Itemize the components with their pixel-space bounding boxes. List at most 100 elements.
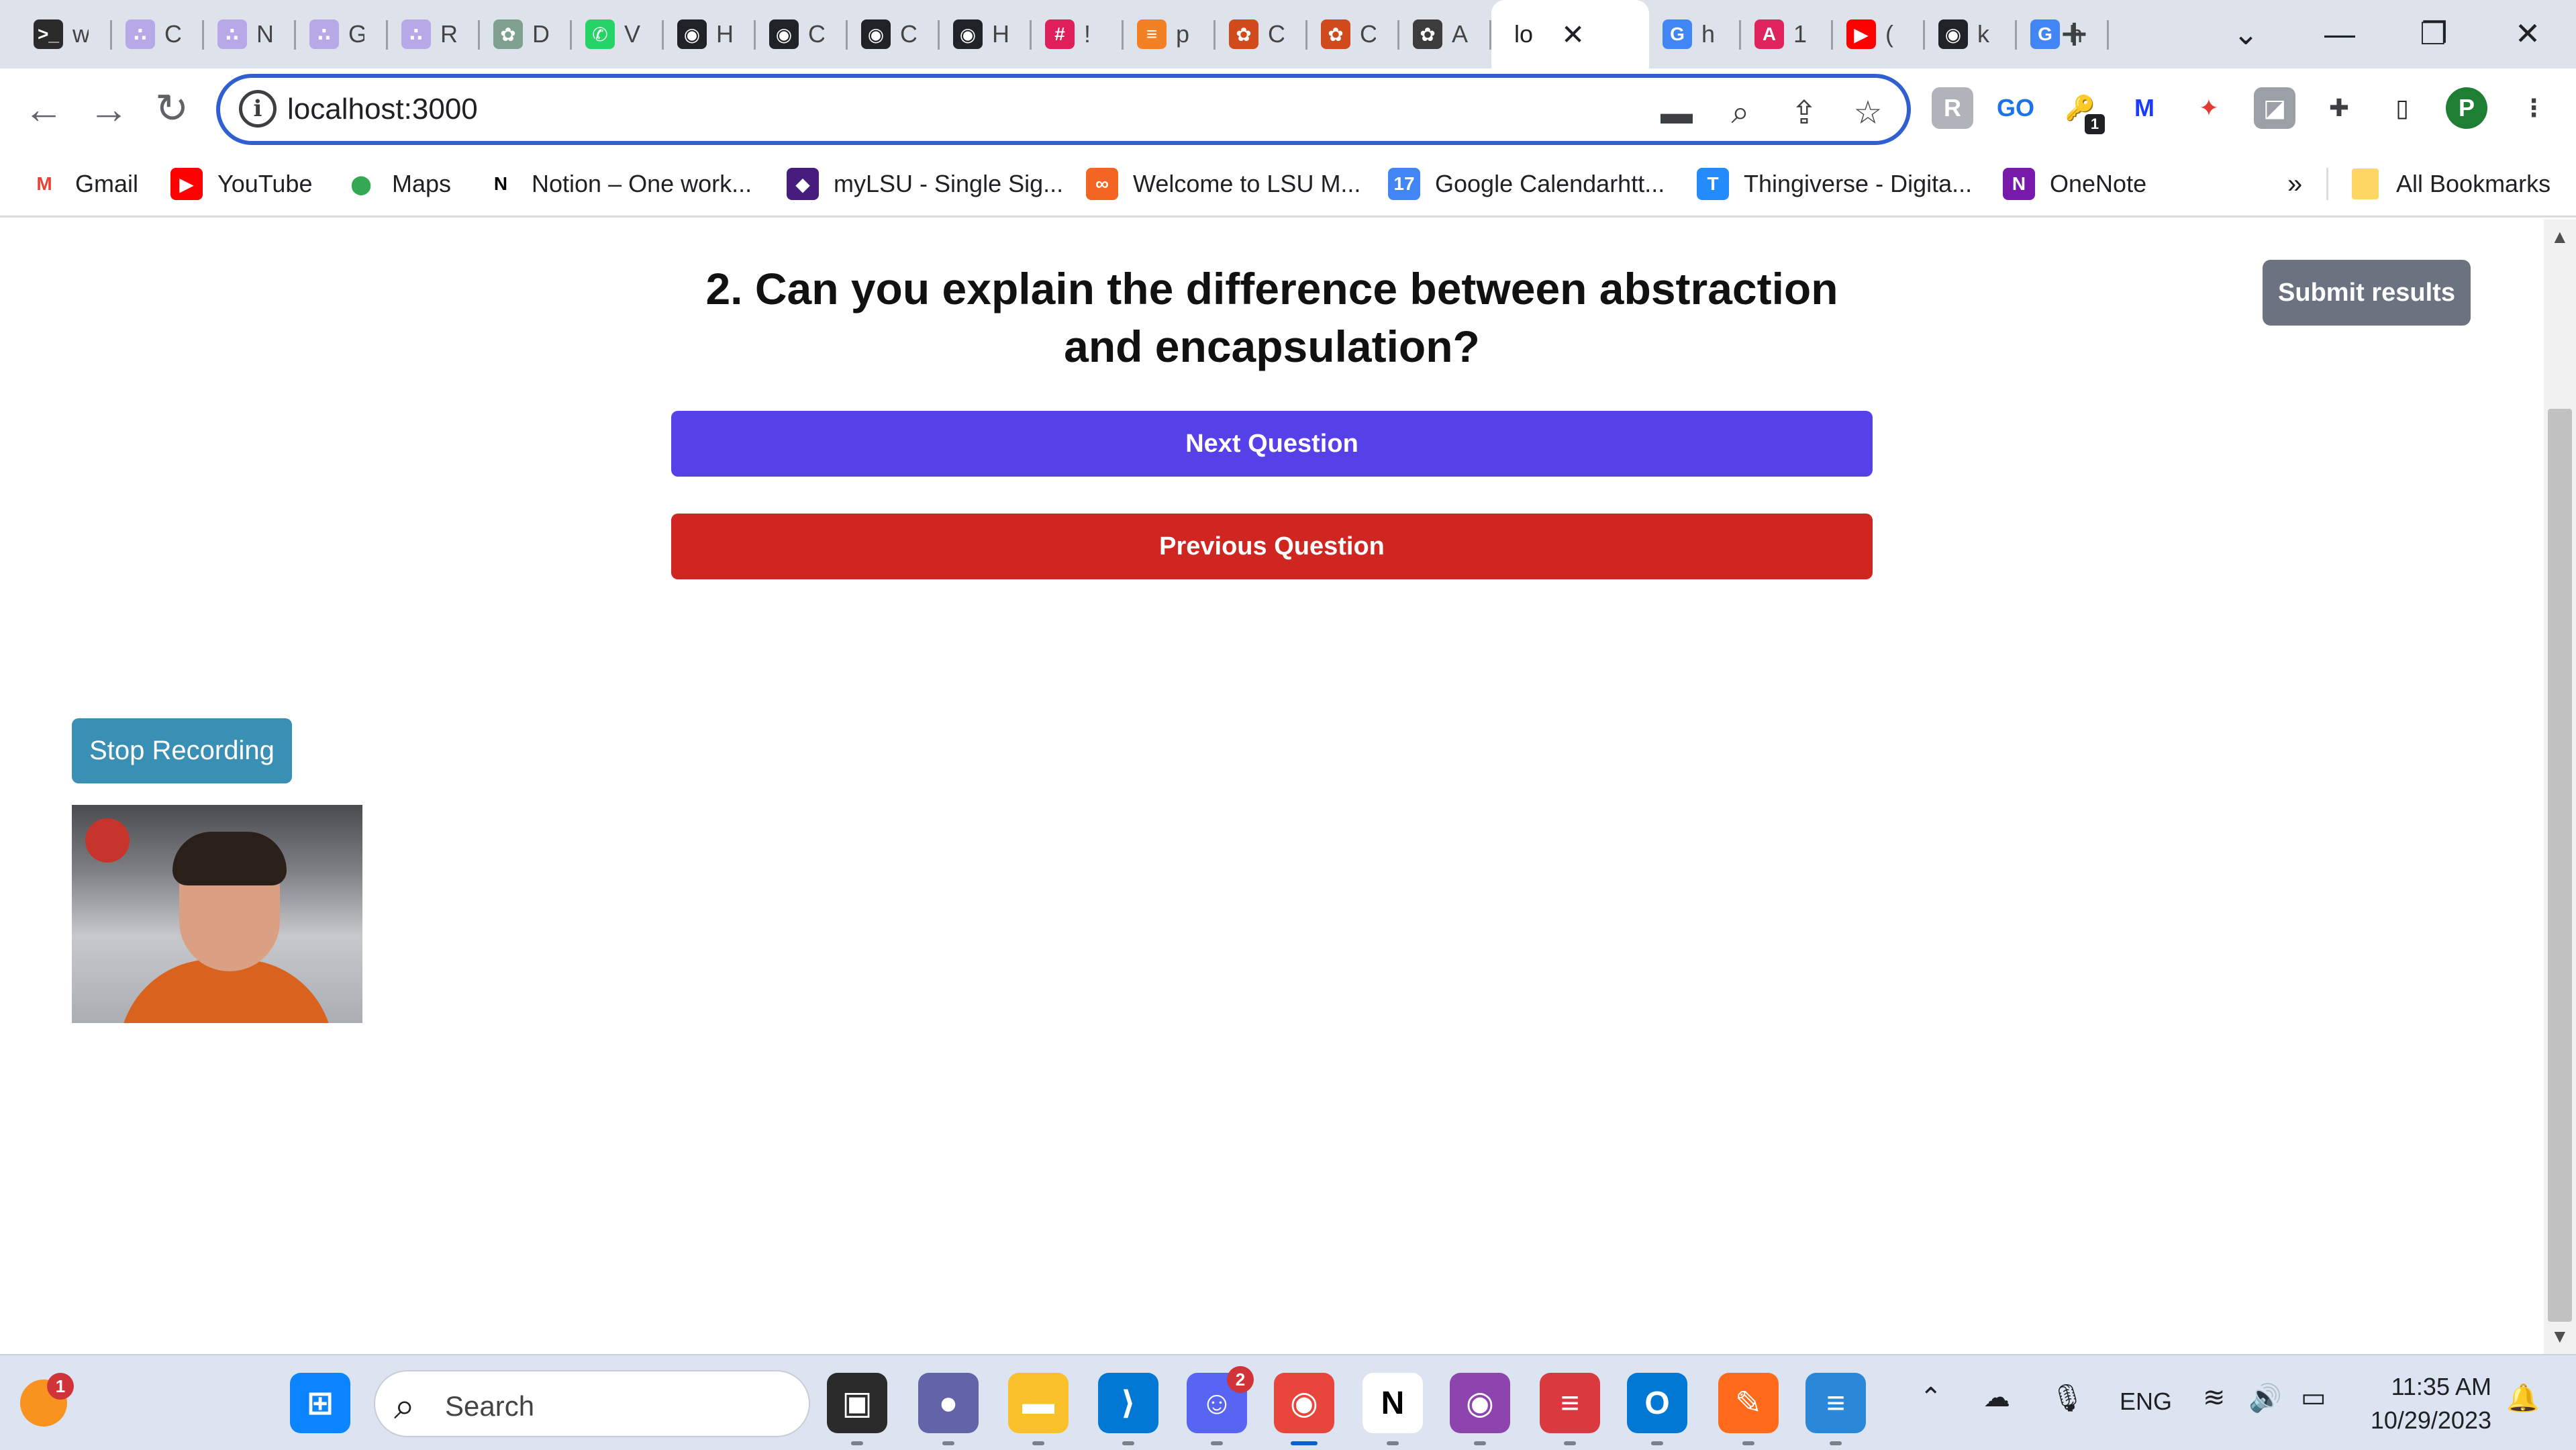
expressvpn-icon[interactable]: ≡ <box>1540 1373 1600 1445</box>
minimize-icon[interactable]: — <box>2299 7 2380 60</box>
reload-icon[interactable]: ↻ <box>145 82 199 136</box>
browser-tab[interactable]: ◉ H <box>940 9 1032 59</box>
scroll-up-icon[interactable]: ▲ <box>2550 226 2569 248</box>
microphone-icon[interactable]: 🎙 <box>2050 1382 2085 1414</box>
window-close-icon[interactable]: ✕ <box>2487 7 2568 60</box>
site-info-icon[interactable]: i <box>239 90 277 128</box>
ext-r-icon[interactable]: R <box>1932 87 1973 129</box>
extensions-puzzle-icon[interactable]: ✚ <box>2318 87 2360 129</box>
bookmark-gmail[interactable]: M Gmail <box>28 162 138 205</box>
zoom-icon[interactable]: ● <box>918 1373 979 1445</box>
browser-tab[interactable]: #! <box>1032 9 1124 59</box>
onedrive-icon[interactable]: ☁ <box>1983 1382 2010 1413</box>
bookmark-youtube[interactable]: ▶ YouTube <box>170 162 312 205</box>
tray-overflow-icon[interactable]: ⌃ <box>1920 1382 1942 1413</box>
github-desktop-icon[interactable]: ◉ <box>1450 1373 1510 1445</box>
browser-tab[interactable]: Gh <box>1649 9 1741 59</box>
browser-tab[interactable]: ◉ C <box>756 9 848 59</box>
browser-tab[interactable]: ✿ D <box>480 9 572 59</box>
recording-indicator <box>85 818 130 863</box>
scrollbar-thumb[interactable] <box>2548 409 2572 1322</box>
battery-icon[interactable]: ▭ <box>2301 1382 2326 1413</box>
discord-icon[interactable]: ☺ 2 <box>1187 1366 1254 1445</box>
browser-tab[interactable]: ✿ A <box>1399 9 1491 59</box>
outlook-icon[interactable]: O <box>1627 1373 1687 1445</box>
bookmark-mylsu[interactable]: ◆ myLSU - Single Sig... <box>787 162 1063 205</box>
tab-close-icon[interactable]: ✕ <box>1561 18 1585 51</box>
browser-tab[interactable]: ✿ C <box>1216 9 1307 59</box>
language-indicator[interactable]: ENG <box>2120 1388 2172 1416</box>
ext-color-icon[interactable]: ✦ <box>2188 87 2230 129</box>
browser-tab[interactable]: ∴ N <box>204 9 296 59</box>
tab-search-icon[interactable]: ⌄ <box>2206 7 2286 60</box>
next-question-button[interactable]: Next Question <box>671 411 1873 477</box>
browser-tab[interactable]: ✆ V <box>572 9 664 59</box>
address-bar[interactable]: i localhost:3000 ▬ ⌕ ⇪ ☆ <box>216 74 1911 145</box>
share-icon[interactable]: ⇪ <box>1784 93 1824 133</box>
volume-icon[interactable]: 🔊 <box>2248 1382 2282 1414</box>
pen-app-icon[interactable]: ✎ <box>1718 1373 1779 1445</box>
scroll-down-icon[interactable]: ▼ <box>2550 1326 2569 1347</box>
wifi-icon[interactable]: ≋ <box>2203 1382 2226 1413</box>
stop-recording-button[interactable]: Stop Recording <box>72 718 292 783</box>
bookmark-thingiverse[interactable]: T Thingiverse - Digita... <box>1697 162 1972 205</box>
all-bookmarks[interactable]: All Bookmarks <box>2352 162 2550 205</box>
url-text[interactable]: localhost:3000 <box>287 93 478 126</box>
browser-tab[interactable]: ≡ p <box>1124 9 1216 59</box>
restore-icon[interactable]: ❐ <box>2393 7 2474 60</box>
bookmark-google-calendar[interactable]: 17 Google Calendarhtt... <box>1388 162 1665 205</box>
running-indicator <box>1122 1441 1134 1445</box>
camera-icon[interactable]: ▬ <box>1656 93 1697 133</box>
browser-tab[interactable]: ◉ C <box>848 9 940 59</box>
task-view-glyph: ▣ <box>842 1386 873 1421</box>
page-scrollbar[interactable]: ▲ ▼ <box>2544 220 2576 1354</box>
outlook-glyph: O <box>1644 1385 1670 1421</box>
back-icon[interactable]: ← <box>17 82 70 136</box>
tab-title: C <box>808 20 824 48</box>
bookmarks-overflow-icon[interactable]: » <box>2287 162 2302 205</box>
previous-question-button[interactable]: Previous Question <box>671 514 1873 579</box>
tab-favicon-icon: ∴ <box>126 19 155 49</box>
zoom-icon[interactable]: ⌕ <box>1720 93 1761 133</box>
browser-tab[interactable]: ◉ k <box>1925 9 2017 59</box>
bookmark-notion[interactable]: N Notion – One work... <box>485 162 752 205</box>
file-explorer-icon[interactable]: ▬ <box>1008 1373 1069 1445</box>
ext-pen-icon[interactable]: ◪ <box>2254 87 2295 129</box>
browser-menu-icon[interactable]: ⋮ <box>2513 87 2555 129</box>
vscode-icon[interactable]: ⟩ <box>1098 1373 1158 1445</box>
bookmark-label: Maps <box>392 170 452 197</box>
browser-tab[interactable]: ∴ G <box>296 9 388 59</box>
browser-tab[interactable]: A1 <box>1741 9 1833 59</box>
notion-icon[interactable]: N <box>1363 1373 1423 1445</box>
taskbar-search[interactable]: ⌕ Search <box>374 1370 810 1437</box>
browser-tab[interactable]: >_ w <box>20 9 112 59</box>
ext-go-icon[interactable]: GO <box>1995 87 2036 129</box>
system-clock[interactable]: 11:35 AM 10/29/2023 <box>2357 1370 2491 1437</box>
tab-favicon-icon: ✆ <box>585 19 615 49</box>
browser-tab[interactable]: ✿ C <box>1307 9 1399 59</box>
ext-m-icon[interactable]: M <box>2124 87 2165 129</box>
tab-favicon-icon: ✿ <box>1321 19 1350 49</box>
task-view-icon[interactable]: ▣ <box>827 1373 887 1445</box>
windows-start-icon[interactable]: ⊞ <box>290 1373 350 1433</box>
submit-results-button[interactable]: Submit results <box>2263 260 2471 326</box>
side-panel-icon[interactable]: ▯ <box>2381 87 2423 129</box>
bookmark-maps[interactable]: ⬤ Maps <box>345 162 451 205</box>
forward-icon[interactable]: → <box>82 82 136 136</box>
bookmark-star-icon[interactable]: ☆ <box>1848 93 1888 133</box>
bookmark-lsu-moodle[interactable]: ∞ Welcome to LSU M... <box>1086 162 1360 205</box>
weather-widget-icon[interactable]: 1 <box>20 1373 74 1427</box>
notepad-icon[interactable]: ≡ <box>1805 1373 1866 1445</box>
browser-tab[interactable]: ∴ C <box>112 9 204 59</box>
browser-tab[interactable]: ∴ R <box>388 9 480 59</box>
chrome-icon[interactable]: ◉ <box>1274 1373 1334 1445</box>
profile-avatar[interactable]: P <box>2446 87 2487 129</box>
ext-key-icon[interactable]: 🔑 1 <box>2059 87 2105 134</box>
browser-tab[interactable]: ◉ H <box>664 9 756 59</box>
browser-tab[interactable]: ▶( <box>1833 9 1925 59</box>
browser-tab[interactable]: lo ✕ <box>1491 0 1649 68</box>
bookmark-onenote[interactable]: N OneNote <box>2003 162 2146 205</box>
tab-title: V <box>624 20 640 48</box>
notification-bell-icon[interactable]: 🔔 <box>2506 1382 2540 1414</box>
new-tab-button[interactable]: + <box>2061 7 2088 60</box>
